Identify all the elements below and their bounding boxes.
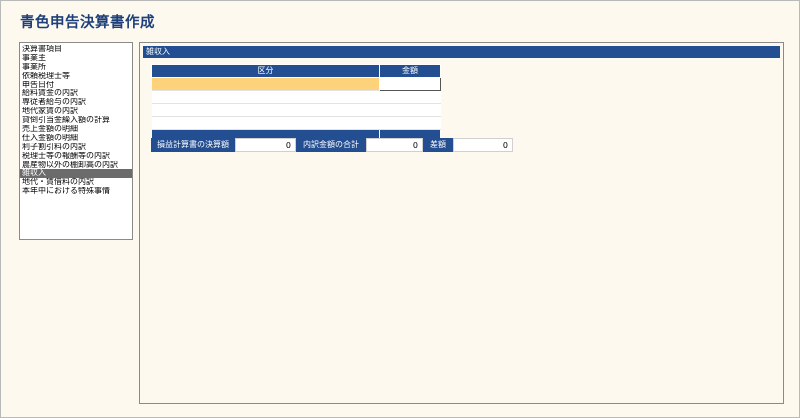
- sidebar-item[interactable]: 売上金額の明細: [20, 125, 132, 134]
- difference-label: 差額: [423, 138, 453, 152]
- sidebar-item[interactable]: 仕入金額の明細: [20, 134, 132, 143]
- summary-row: 損益計算書の決算額 0 内訳金額の合計 0 差額 0: [151, 138, 513, 152]
- column-header-kingaku: 金額: [379, 64, 441, 78]
- pl-amount-value: 0: [235, 138, 296, 152]
- sidebar-item[interactable]: 地代・賃借料の内訳: [20, 178, 132, 187]
- sidebar-item[interactable]: 農産物以外の棚卸高の内訳: [20, 161, 132, 170]
- sidebar-item[interactable]: 貸倒引当金繰入額の計算: [20, 116, 132, 125]
- kingaku-cell[interactable]: [379, 77, 441, 91]
- sidebar-item[interactable]: 地代家賃の内訳: [20, 107, 132, 116]
- kubun-cell[interactable]: [151, 77, 380, 91]
- column-header-kubun: 区分: [151, 64, 380, 78]
- miscellaneous-income-table: 区分 金額: [151, 64, 441, 144]
- kubun-cell[interactable]: [151, 103, 380, 117]
- sidebar-item[interactable]: 給料賃金の内訳: [20, 89, 132, 98]
- section-header: 雑収入: [143, 46, 780, 58]
- breakdown-total-label: 内訳金額の合計: [296, 138, 366, 152]
- sidebar-item[interactable]: 専従者給与の内訳: [20, 98, 132, 107]
- pl-amount-label: 損益計算書の決算額: [151, 138, 235, 152]
- difference-value: 0: [453, 138, 513, 152]
- table-row: [151, 77, 441, 91]
- kubun-cell[interactable]: [151, 116, 380, 130]
- table-row: [151, 116, 441, 130]
- sidebar-item[interactable]: 依頼税理士等: [20, 72, 132, 81]
- sidebar-list[interactable]: 決算書項目 事業主 事業所 依頼税理士等 申告日付 給料賃金の内訳 専従者給与の内訳 地代家賃…: [19, 42, 133, 240]
- main-panel: 雑収入 区分 金額 損益計算書の決算額 0 内訳金額の合計 0 差額 0: [139, 42, 784, 404]
- sidebar-item[interactable]: 税理士等の報酬等の内訳: [20, 152, 132, 161]
- kingaku-cell[interactable]: [379, 116, 441, 130]
- breakdown-total-value: 0: [366, 138, 423, 152]
- kubun-cell[interactable]: [151, 90, 380, 104]
- sidebar-item[interactable]: 本年中における特殊事情: [20, 187, 132, 196]
- sidebar-item[interactable]: 申告日付: [20, 81, 132, 90]
- kingaku-cell[interactable]: [379, 90, 441, 104]
- sidebar-item[interactable]: 雑収入: [20, 169, 132, 179]
- app-title: 青色申告決算書作成: [20, 15, 155, 31]
- table-row: [151, 103, 441, 117]
- sidebar-item[interactable]: 事業主: [20, 54, 132, 63]
- sidebar-item[interactable]: 事業所: [20, 63, 132, 72]
- sidebar-item[interactable]: 利子割引料の内訳: [20, 143, 132, 152]
- table-row: [151, 90, 441, 104]
- sidebar-item[interactable]: 決算書項目: [20, 45, 132, 54]
- kingaku-cell[interactable]: [379, 103, 441, 117]
